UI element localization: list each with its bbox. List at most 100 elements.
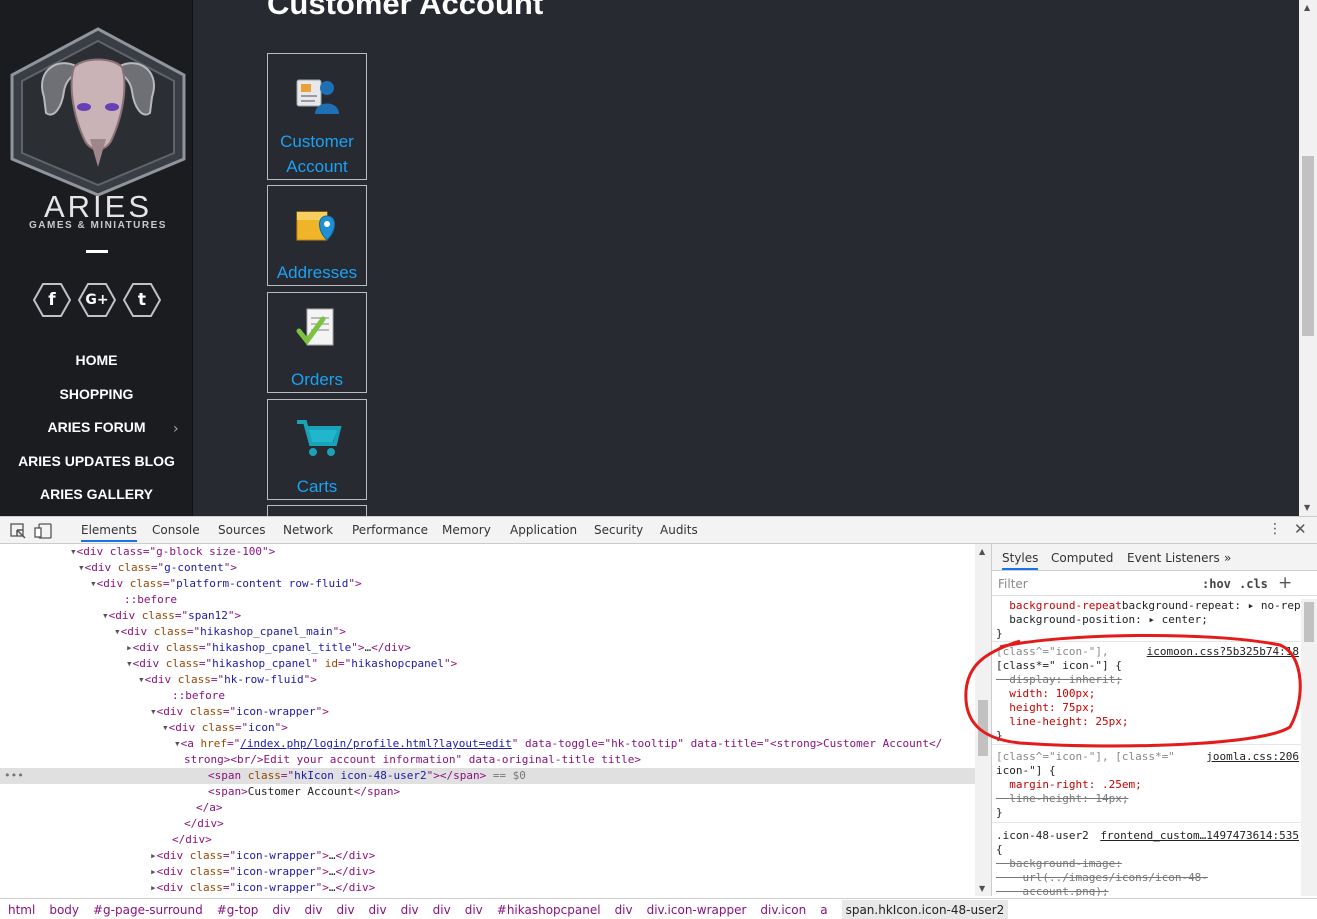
page-scrollbar[interactable]: ▲ ▼ [1299, 0, 1317, 516]
breadcrumb-item[interactable]: div [465, 903, 483, 917]
tab-styles[interactable]: Styles [1002, 551, 1039, 570]
dom-node[interactable]: ▾<div class="hikashop_cpanel_main"> [0, 624, 975, 640]
chevron-right-icon[interactable]: › [173, 421, 179, 437]
rule-source-link[interactable]: joomla.css:206 [1206, 750, 1299, 763]
collapse-triangle-icon[interactable]: ▸ [150, 849, 157, 862]
dom-node[interactable]: ▾<div class="icon"> [0, 720, 975, 736]
tile-orders[interactable]: Orders [267, 292, 367, 393]
breadcrumb-item[interactable]: div [615, 903, 633, 917]
expand-triangle-icon[interactable]: ▾ [162, 721, 169, 734]
dom-node[interactable]: ▸<div class="hikashop_cpanel_title">…</d… [0, 640, 975, 656]
tab-sources[interactable]: Sources [218, 523, 265, 537]
dom-node[interactable]: </a> [0, 800, 975, 816]
css-declaration-overridden[interactable]: display: inherit; [996, 673, 1122, 687]
css-declaration-overridden[interactable]: url(../images/icons/icon-48- [996, 871, 1208, 885]
breadcrumb-item[interactable]: div.icon [760, 903, 806, 917]
dom-node[interactable]: strong><br/>Edit your account informatio… [0, 752, 975, 768]
breadcrumb-item[interactable]: div [337, 903, 355, 917]
tumblr-link[interactable]: t [123, 283, 161, 317]
css-declaration-overridden[interactable]: account.png); [996, 885, 1109, 896]
more-options-icon[interactable]: ⋮ [1268, 521, 1282, 537]
dom-node[interactable]: ▾<div class="icon-wrapper"> [0, 704, 975, 720]
breadcrumb-item[interactable]: span.hkIcon.icon-48-user2 [841, 900, 1009, 919]
site-logo[interactable]: ARIES GAMES & MINIATURES [4, 27, 192, 235]
breadcrumb-item[interactable]: div [433, 903, 451, 917]
nav-item-aries-updates-blog[interactable]: ARIES UPDATES BLOG [0, 453, 193, 469]
more-tabs-icon[interactable]: » [1224, 551, 1231, 565]
facebook-link[interactable]: f [33, 283, 71, 317]
new-rule-icon[interactable]: + [1278, 573, 1292, 593]
breadcrumb-item[interactable]: div [369, 903, 387, 917]
dom-node[interactable]: ::before [0, 592, 975, 608]
collapse-triangle-icon[interactable]: ▸ [150, 881, 157, 894]
breadcrumb-item[interactable]: div [401, 903, 419, 917]
dom-node[interactable]: </div> [0, 816, 975, 832]
tab-application[interactable]: Application [510, 523, 577, 537]
tile-customer-account[interactable]: Customer Account [267, 53, 367, 180]
tile-partial[interactable] [267, 505, 367, 516]
dom-node[interactable]: <span>Customer Account</span> [0, 784, 975, 800]
scroll-up-icon[interactable]: ▲ [979, 547, 985, 556]
css-declaration[interactable]: margin-right: .25em; [996, 778, 1141, 792]
tile-carts[interactable]: Carts [267, 399, 367, 500]
css-declaration[interactable]: background-position: ▸ center; [996, 613, 1208, 627]
scrollbar-thumb[interactable] [1304, 602, 1314, 642]
dom-node[interactable]: ▸<div class="icon-wrapper">…</div> [0, 864, 975, 880]
rule-selector[interactable]: .icon-48-user2 [996, 829, 1089, 843]
dom-node[interactable]: ▾<div class="span12"> [0, 608, 975, 624]
breadcrumb-item[interactable]: #g-top [217, 903, 259, 917]
dom-node[interactable]: ▸<div class="icon-wrapper">…</div> [0, 848, 975, 864]
tab-console[interactable]: Console [152, 523, 200, 537]
expand-triangle-icon[interactable]: ▾ [114, 625, 121, 638]
scroll-down-icon[interactable]: ▼ [1304, 503, 1310, 512]
scrollbar-thumb[interactable] [1302, 156, 1314, 336]
tab-memory[interactable]: Memory [442, 523, 491, 537]
cls-toggle[interactable]: .cls [1239, 577, 1268, 591]
nav-item-shopping[interactable]: SHOPPING [0, 386, 193, 402]
breadcrumb-item[interactable]: div [304, 903, 322, 917]
rule-source-link[interactable]: icomoon.css?5b325b74:18 [1147, 645, 1299, 658]
scrollbar-thumb[interactable] [978, 700, 988, 756]
css-declaration[interactable]: line-height: 25px; [996, 715, 1128, 729]
dom-node[interactable]: ▾<div class="g-content"> [0, 560, 975, 576]
collapse-triangle-icon[interactable]: ▸ [126, 641, 133, 654]
expand-triangle-icon[interactable]: ▾ [126, 657, 133, 670]
expand-triangle-icon[interactable]: ▾ [102, 609, 109, 622]
tab-network[interactable]: Network [283, 523, 333, 537]
breadcrumb-item[interactable]: #hikashopcpanel [497, 903, 601, 917]
close-icon[interactable]: ✕ [1294, 520, 1307, 538]
rule-selector[interactable]: [class^="icon-"], [996, 645, 1109, 659]
google-plus-link[interactable]: G+ [78, 283, 116, 317]
tab-event-listeners[interactable]: Event Listeners [1127, 551, 1220, 565]
elements-tree[interactable]: ▾<div class="g-block size-100"> ▾<div cla… [0, 544, 975, 896]
css-declaration-overridden[interactable]: line-height: 14px; [996, 792, 1128, 806]
rule-selector[interactable]: [class*=" icon-"] { [996, 659, 1122, 673]
styles-scrollbar[interactable] [1301, 599, 1317, 896]
rule-selector[interactable]: [class^="icon-"], [class*=" [996, 750, 1175, 764]
breadcrumb-item[interactable]: div.icon-wrapper [647, 903, 747, 917]
tab-elements[interactable]: Elements [81, 523, 137, 542]
dom-node-selected[interactable]: <span class="hkIcon icon-48-user2"></spa… [0, 768, 975, 784]
breadcrumb-item[interactable]: #g-page-surround [93, 903, 203, 917]
scroll-up-icon[interactable]: ▲ [1304, 3, 1310, 12]
expand-triangle-icon[interactable]: ▾ [150, 705, 157, 718]
dom-node[interactable]: ▸<div class="icon-wrapper">…</div> [0, 880, 975, 896]
tile-addresses[interactable]: Addresses [267, 185, 367, 286]
css-declaration[interactable]: height: 75px; [996, 701, 1095, 715]
breadcrumb-item[interactable]: body [49, 903, 79, 917]
dom-node[interactable]: ▾<div class="g-block size-100"> [0, 544, 975, 560]
node-actions-icon[interactable]: ••• [4, 768, 24, 784]
dom-node[interactable]: ▾<a href="/index.php/login/profile.html?… [0, 736, 975, 752]
css-declaration-overridden[interactable]: background-image: [996, 857, 1122, 871]
breadcrumb-item[interactable]: a [820, 903, 827, 917]
tab-security[interactable]: Security [594, 523, 643, 537]
nav-item-home[interactable]: HOME [0, 352, 193, 368]
tab-performance[interactable]: Performance [352, 523, 428, 537]
css-declaration[interactable]: background-repeatbackground-repeat: ▸ no… [996, 599, 1317, 613]
expand-triangle-icon[interactable]: ▾ [90, 577, 97, 590]
css-declaration[interactable]: width: 100px; [996, 687, 1095, 701]
expand-triangle-icon[interactable]: ▾ [70, 545, 77, 558]
breadcrumb-item[interactable]: html [8, 903, 35, 917]
dom-node[interactable]: ::before [0, 688, 975, 704]
dom-node[interactable]: ▾<div class="platform-content row-fluid"… [0, 576, 975, 592]
